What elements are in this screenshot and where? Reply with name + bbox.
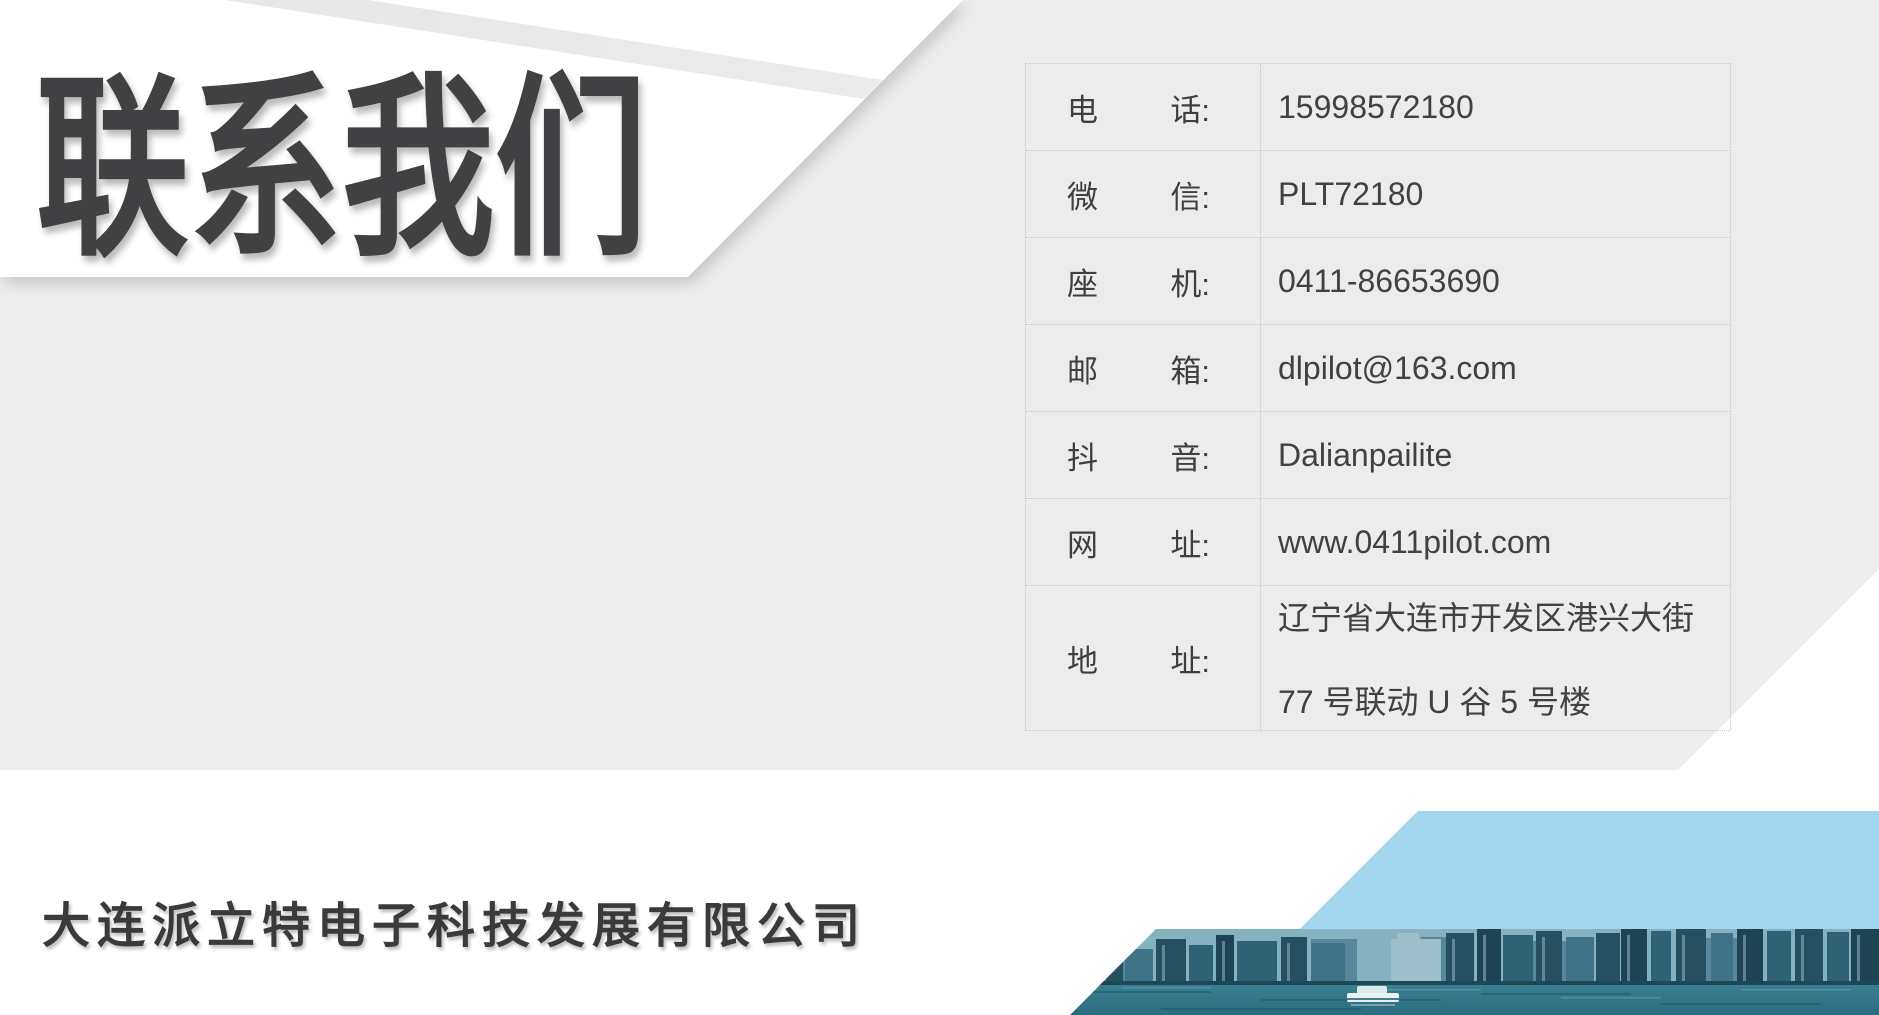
blue-parallelogram-shadow (0, 0, 1879, 1015)
blue-parallelogram (0, 0, 1879, 1015)
city-skyline-photo (1061, 929, 1879, 1015)
contact-slide: 联系我们 电 话: 15998572180 微 信: PLT72180 (0, 0, 1879, 1015)
water-surface (1061, 985, 1879, 1015)
